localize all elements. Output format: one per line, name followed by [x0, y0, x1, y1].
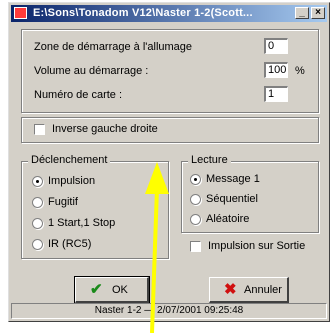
radio-sequentiel-label: Séquentiel: [206, 193, 258, 205]
ok-button[interactable]: ✔ OK: [74, 276, 150, 304]
declenchement-title: Déclenchement: [28, 154, 111, 166]
percent-unit: %: [295, 65, 305, 77]
cancel-button[interactable]: ✖ Annuler: [209, 277, 289, 303]
radio-sequentiel[interactable]: [190, 194, 201, 205]
radio-message1-label: Message 1: [206, 173, 260, 185]
carte-field[interactable]: 1: [264, 86, 288, 102]
impulsion-sortie-label: Impulsion sur Sortie: [208, 240, 306, 252]
zone-field[interactable]: 0: [264, 38, 288, 54]
settings-group: Zone de démarrage à l'allumage 0 Volume …: [21, 29, 319, 113]
lecture-group: Lecture Message 1 Séquentiel Aléatoire: [181, 154, 319, 233]
radio-start-stop-label: 1 Start,1 Stop: [48, 217, 116, 229]
volume-field[interactable]: 100: [264, 62, 288, 78]
radio-fugitif[interactable]: [32, 197, 43, 208]
lecture-title: Lecture: [188, 154, 231, 166]
x-icon: ✖: [224, 281, 237, 298]
inverse-checkbox[interactable]: [34, 124, 45, 135]
carte-label: Numéro de carte :: [34, 89, 123, 101]
minimize-button[interactable]: _: [295, 7, 309, 19]
zone-label: Zone de démarrage à l'allumage: [34, 41, 193, 53]
inverse-group: Inverse gauche droite: [21, 117, 319, 143]
radio-aleatoire[interactable]: [190, 214, 201, 225]
ok-button-label: OK: [112, 284, 128, 296]
radio-ir-label: IR (RC5): [48, 238, 92, 250]
checkmark-icon: ✔: [90, 281, 103, 298]
radio-fugitif-label: Fugitif: [48, 196, 78, 208]
declenchement-group: Déclenchement Impulsion Fugitif 1 Start,…: [21, 154, 169, 259]
radio-aleatoire-label: Aléatoire: [206, 213, 250, 225]
dialog-window: E:\Sons\Tonadom V12\Naster 1-2(Scott... …: [8, 2, 330, 322]
inverse-label: Inverse gauche droite: [52, 123, 158, 135]
app-icon: [14, 7, 27, 19]
radio-start-stop[interactable]: [32, 218, 43, 229]
radio-impulsion[interactable]: [32, 176, 43, 187]
volume-label: Volume au démarrage :: [34, 65, 149, 77]
radio-ir[interactable]: [32, 239, 43, 250]
title-bar[interactable]: E:\Sons\Tonadom V12\Naster 1-2(Scott... …: [11, 5, 327, 22]
window-title: E:\Sons\Tonadom V12\Naster 1-2(Scott...: [33, 7, 253, 19]
close-button[interactable]: ×: [311, 7, 325, 19]
radio-impulsion-label: Impulsion: [48, 175, 96, 187]
cancel-button-label: Annuler: [244, 284, 282, 296]
radio-message1[interactable]: [190, 174, 201, 185]
status-bar: Naster 1-2 — 2/07/2001 09:25:48: [11, 303, 327, 319]
impulsion-sortie-checkbox[interactable]: [190, 241, 201, 252]
